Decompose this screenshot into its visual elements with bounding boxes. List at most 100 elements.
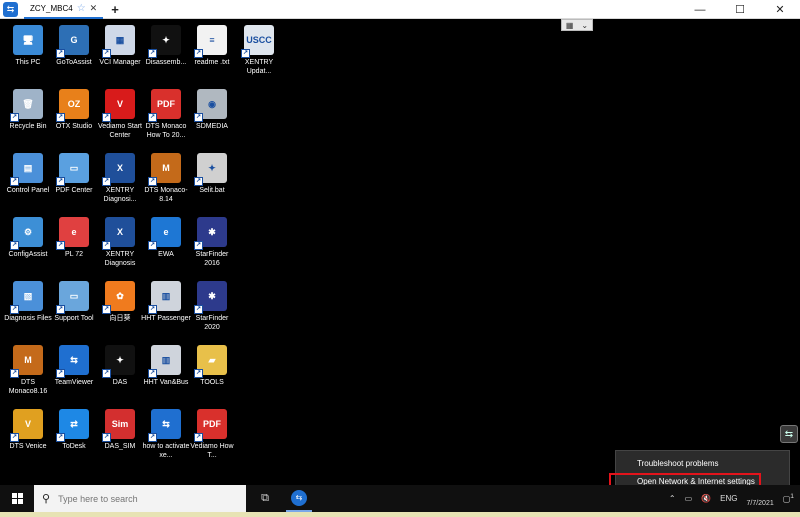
desktop-icon[interactable]: ▰ ↗ TOOLS <box>187 345 237 387</box>
hht-icon: ▥ ↗ <box>148 345 181 378</box>
desktop-icon[interactable]: 🖥 This PC <box>3 25 53 67</box>
desktop-icon[interactable]: ⇄ ↗ ToDesk <box>49 409 99 451</box>
shortcut-arrow-icon: ↗ <box>194 433 203 442</box>
pdf-icon: PDF ↗ <box>194 409 227 442</box>
desktop-icon[interactable]: ▧ ↗ Diagnosis Files <box>3 281 53 323</box>
desktop-icon[interactable]: X ↗ XENTRY Diagnosis <box>95 217 145 268</box>
desktop-icon[interactable]: e ↗ PL 72 <box>49 217 99 259</box>
shortcut-arrow-icon: ↗ <box>148 177 157 186</box>
shortcut-arrow-icon: ↗ <box>194 113 203 122</box>
shortcut-arrow-icon: ↗ <box>148 113 157 122</box>
desktop-icon-label: DAS_SIM <box>104 443 136 450</box>
notification-icon[interactable]: ▢1 <box>783 493 794 504</box>
desktop-icon-label: XENTRY Updat... <box>244 59 274 75</box>
session-tab[interactable]: ZCY_MBC4 ☆ ✕ <box>24 0 104 19</box>
shortcut-arrow-icon: ↗ <box>102 433 111 442</box>
desktop-icon[interactable]: e ↗ EWA <box>141 217 191 259</box>
teamviewer-icon: ⇆ ↗ <box>56 345 89 378</box>
otx-studio-icon: OZ ↗ <box>56 89 89 122</box>
control-panel-icon: ▤ ↗ <box>10 153 43 186</box>
shortcut-arrow-icon: ↗ <box>56 241 65 250</box>
grid-icon: ▦ <box>565 20 574 30</box>
desktop-icon[interactable]: ▭ ↗ Support Tool <box>49 281 99 323</box>
start-button[interactable] <box>0 485 34 512</box>
taskbar-teamviewer[interactable]: ⇆ <box>286 485 312 512</box>
notification-count: 1 <box>790 493 794 501</box>
desktop-icon-label: DTS Monaco-8.14 <box>144 187 188 203</box>
remote-desktop[interactable]: 🖥 This PC 🗑 ↗ Recycle Bin ▤ ↗ Control Panel ⚙ ↗ Co… <box>0 19 800 485</box>
session-tab-label: ZCY_MBC4 <box>30 3 73 13</box>
desktop-icon[interactable]: 🗑 ↗ Recycle Bin <box>3 89 53 131</box>
desktop-icon[interactable]: X ↗ XENTRY Diagnosi... <box>95 153 145 204</box>
desktop-icon[interactable]: ⚙ ↗ ConfigAssist <box>3 217 53 259</box>
shortcut-arrow-icon: ↗ <box>102 305 111 314</box>
close-tab-icon[interactable]: ✕ <box>90 3 98 14</box>
minimize-button[interactable]: — <box>680 0 720 19</box>
desktop-icon[interactable]: ▭ ↗ PDF Center <box>49 153 99 195</box>
vci-manager-icon: ▦ ↗ <box>102 25 135 58</box>
desktop-icon[interactable]: V ↗ Vediamo Start Center <box>95 89 145 140</box>
desktop-icon[interactable]: ▤ ↗ Control Panel <box>3 153 53 195</box>
shortcut-arrow-icon: ↗ <box>194 177 203 186</box>
task-view-icon[interactable]: ⧉ <box>254 488 276 510</box>
desktop-icon[interactable]: M ↗ DTS Monaco-8.14 <box>141 153 191 204</box>
network-icon[interactable]: ▭ <box>685 494 693 503</box>
shortcut-arrow-icon: ↗ <box>56 113 65 122</box>
folder-icon: ▰ ↗ <box>194 345 227 378</box>
desktop-icon[interactable]: PDF ↗ DTS Monaco How To 20... <box>141 89 191 140</box>
desktop-icon[interactable]: ✿ ↗ 向日葵 <box>95 281 145 323</box>
desktop-icon-label: PL 72 <box>64 251 84 258</box>
desktop-icon-label: Selit.bat <box>199 187 225 194</box>
support-tool-icon: ▭ ↗ <box>56 281 89 314</box>
maximize-button[interactable]: ☐ <box>720 0 760 19</box>
desktop-icon[interactable]: M ↗ DTS Monaco8.16 <box>3 345 53 396</box>
desktop-icon-label: Support Tool <box>54 315 94 322</box>
close-button[interactable]: ✕ <box>760 0 800 19</box>
teamviewer-side-icon[interactable]: ⇆ <box>780 425 798 443</box>
search-input[interactable] <box>58 493 219 504</box>
desktop-icon-label: This PC <box>15 59 41 66</box>
shortcut-arrow-icon: ↗ <box>102 241 111 250</box>
desktop-icon[interactable]: PDF ↗ Vediamo How T... <box>187 409 237 460</box>
desktop-icon-label: GoToAssist <box>56 59 92 66</box>
volume-mute-icon[interactable]: 🔇 <box>701 494 711 503</box>
desktop-icon[interactable]: ▥ ↗ HHT Passenger <box>141 281 191 323</box>
menu-item-troubleshoot[interactable]: Troubleshoot problems <box>616 455 789 473</box>
desktop-icon[interactable]: V ↗ DTS Venice <box>3 409 53 451</box>
shortcut-arrow-icon: ↗ <box>102 369 111 378</box>
clock[interactable]: 7/7/2021 <box>746 489 773 509</box>
desktop-icon-label: Vediamo Start Center <box>98 123 142 139</box>
search-box[interactable]: ⚲ <box>34 485 246 512</box>
desktop-icon[interactable]: ⇆ ↗ TeamViewer <box>49 345 99 387</box>
desktop-icon-label: how to activate xe... <box>142 443 190 459</box>
shortcut-arrow-icon: ↗ <box>10 113 19 122</box>
desktop-icon[interactable]: ✦ ↗ Disassemb... <box>141 25 191 67</box>
das-sim-icon: Sim ↗ <box>102 409 135 442</box>
windows-logo-icon <box>11 493 23 504</box>
desktop-icon[interactable]: ≡ ↗ readme .txt <box>187 25 237 67</box>
diagnosis-files-icon: ▧ ↗ <box>10 281 43 314</box>
desktop-icon[interactable]: USCC ↗ XENTRY Updat... <box>234 25 284 76</box>
desktop-icon[interactable]: OZ ↗ OTX Studio <box>49 89 99 131</box>
desktop-icon[interactable]: ⇆ ↗ how to activate xe... <box>141 409 191 460</box>
desktop-icon[interactable]: ▥ ↗ HHT Van&Bus <box>141 345 191 387</box>
remote-toolbar-handle[interactable]: ▦ ⌄ <box>561 19 593 31</box>
desktop-icon[interactable]: G ↗ GoToAssist <box>49 25 99 67</box>
desktop-icon-label: Vediamo How T... <box>190 443 234 459</box>
desktop-icon[interactable]: ✦ ↗ Selit.bat <box>187 153 237 195</box>
desktop-icon[interactable]: ✱ ↗ StarFinder 2020 <box>187 281 237 332</box>
desktop-icon-label: HHT Passenger <box>141 315 191 322</box>
language-indicator[interactable]: ENG <box>720 494 737 503</box>
taskbar: ⚲ ⧉ ⇆ ⌃ ▭ 🔇 ENG 7/7/2021 ▢1 <box>0 485 800 512</box>
desktop-icon-label: PDF Center <box>55 187 93 194</box>
chevron-up-icon[interactable]: ⌃ <box>669 494 676 503</box>
desktop-icon[interactable]: ✱ ↗ StarFinder 2016 <box>187 217 237 268</box>
desktop-icon[interactable]: ▦ ↗ VCI Manager <box>95 25 145 67</box>
desktop-icon[interactable]: Sim ↗ DAS_SIM <box>95 409 145 451</box>
desktop-icon-label: 向日葵 <box>109 315 131 322</box>
favorite-star-icon[interactable]: ☆ <box>77 3 86 14</box>
new-tab-button[interactable]: + <box>111 2 119 17</box>
desktop-icon[interactable]: ◉ ↗ SDMEDIA <box>187 89 237 131</box>
desktop-icon[interactable]: ✦ ↗ DAS <box>95 345 145 387</box>
desktop-icon-label: OTX Studio <box>55 123 93 130</box>
